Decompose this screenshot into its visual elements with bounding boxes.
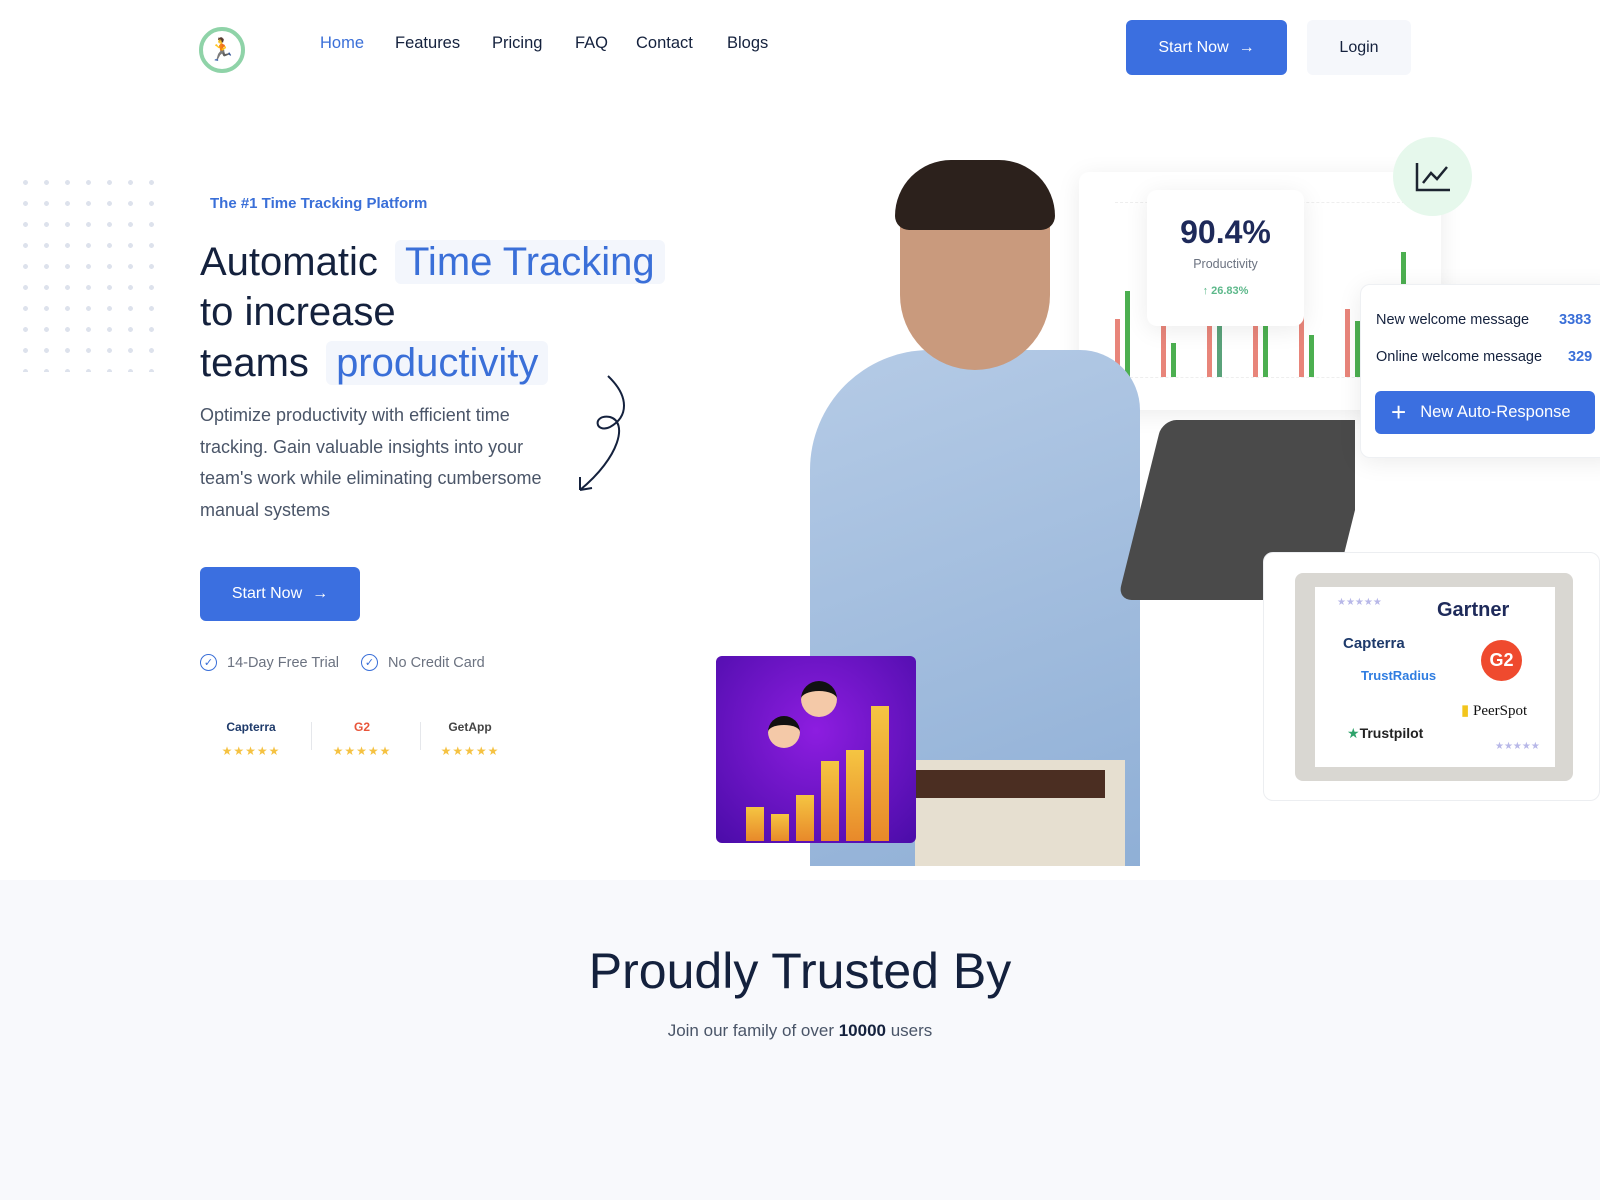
nav-contact[interactable]: Contact xyxy=(636,34,693,53)
hero-start-now-button[interactable]: Start Now → xyxy=(200,567,360,621)
check-label: No Credit Card xyxy=(388,654,485,671)
growth-illustration xyxy=(716,656,916,843)
headline-line-3: teams productivity xyxy=(200,338,549,388)
line-chart-icon xyxy=(1415,162,1450,191)
rating-stars: ★★★★★ xyxy=(440,744,500,758)
headline-highlight: Time Tracking xyxy=(394,240,665,284)
rating-stars: ★★★★★ xyxy=(221,744,281,758)
rating-g2: G2 ★★★★★ xyxy=(312,720,412,758)
gartner-logo: Gartner xyxy=(1437,599,1510,621)
new-auto-response-button[interactable]: + New Auto-Response xyxy=(1375,391,1595,434)
rating-capterra: Capterra ★★★★★ xyxy=(201,720,301,758)
headline-highlight: productivity xyxy=(326,341,549,385)
plus-icon: + xyxy=(1391,397,1407,427)
button-label: New Auto-Response xyxy=(1420,403,1571,421)
check-circle-icon: ✓ xyxy=(200,654,217,671)
message-count: 3383 xyxy=(1559,312,1592,328)
auto-response-card: New welcome message 3383 Online welcome … xyxy=(1360,284,1600,458)
arrow-up-icon: ↑ xyxy=(1202,285,1212,297)
review-logos-card: ★★★★★ Gartner Capterra TrustRadius G2 ▮ … xyxy=(1263,552,1600,801)
check-item: ✓ No Credit Card xyxy=(361,654,485,671)
message-count: 329 xyxy=(1568,349,1593,365)
nav-features[interactable]: Features xyxy=(395,34,460,53)
tagline: The #1 Time Tracking Platform xyxy=(210,195,428,212)
logo-text: PeerSpot xyxy=(1473,703,1528,719)
trusted-by-section: Proudly Trusted By Join our family of ov… xyxy=(0,880,1600,1200)
feature-checks: ✓ 14-Day Free Trial ✓ No Credit Card xyxy=(200,654,485,671)
nav-home[interactable]: Home xyxy=(320,34,364,53)
subtitle-text: Join our family of over xyxy=(667,1021,839,1040)
message-label: New welcome message xyxy=(1376,312,1530,328)
login-button[interactable]: Login xyxy=(1307,20,1411,75)
user-count: 10000 xyxy=(838,1021,886,1040)
trustradius-logo: TrustRadius xyxy=(1361,668,1437,683)
section-title: Proudly Trusted By xyxy=(588,943,1012,999)
button-label: Start Now xyxy=(1158,38,1229,56)
dot-pattern xyxy=(15,172,155,372)
arrow-right-icon: → xyxy=(1238,38,1255,56)
button-label: Start Now xyxy=(231,585,303,602)
productivity-change: ↑ 26.83% xyxy=(1147,285,1304,297)
stopwatch-runner-icon: 🏃 xyxy=(208,37,236,62)
headline-text: Automatic xyxy=(200,240,378,284)
chart-badge xyxy=(1393,137,1472,216)
subtitle-text: users xyxy=(886,1021,933,1040)
rating-stars: ★★★★★ xyxy=(332,744,392,758)
nav-blogs[interactable]: Blogs xyxy=(727,34,768,53)
g2-logo: G2 xyxy=(1481,640,1522,681)
arrow-right-icon: → xyxy=(312,585,329,602)
nav-faq[interactable]: FAQ xyxy=(575,34,608,53)
rating-logo: GetApp xyxy=(448,720,492,734)
productivity-label: Productivity xyxy=(1193,257,1258,271)
curly-arrow-icon xyxy=(579,375,625,491)
capterra-logo: Capterra xyxy=(1343,635,1405,652)
peerspot-logo: ▮ PeerSpot xyxy=(1461,703,1528,719)
change-value: 26.83% xyxy=(1211,285,1249,297)
headline-text: teams xyxy=(200,341,309,385)
hero-description: Optimize productivity with efficient tim… xyxy=(200,405,542,520)
stars: ★★★★★ xyxy=(1495,741,1540,752)
stars: ★★★★★ xyxy=(1337,597,1382,608)
section-subtitle: Join our family of over 10000 users xyxy=(0,1021,1600,1041)
rating-getapp: GetApp ★★★★★ xyxy=(420,720,520,758)
check-item: ✓ 14-Day Free Trial xyxy=(200,654,339,671)
check-label: 14-Day Free Trial xyxy=(227,654,340,671)
logo[interactable]: 🏃 xyxy=(199,27,245,73)
message-label: Online welcome message xyxy=(1376,349,1543,365)
nav-pricing[interactable]: Pricing xyxy=(492,34,542,53)
productivity-value: 90.4% xyxy=(1180,214,1271,250)
rating-logo: G2 xyxy=(353,720,370,734)
trustpilot-logo: ★Trustpilot xyxy=(1347,725,1424,741)
check-circle-icon: ✓ xyxy=(361,654,379,671)
headline-line-2: to increase xyxy=(200,290,396,334)
logo-text: Trustpilot xyxy=(1359,725,1424,741)
productivity-card: 90.4% Productivity ↑ 26.83% xyxy=(1147,190,1304,326)
rating-logo: Capterra xyxy=(226,720,276,734)
headline-line-1: Automatic Time Tracking xyxy=(200,237,665,287)
header-start-now-button[interactable]: Start Now → xyxy=(1126,20,1287,75)
